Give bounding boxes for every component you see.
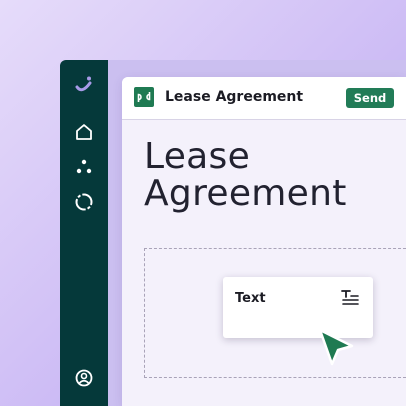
account-icon[interactable] [72,366,96,390]
document-title-line-1: Lease [144,136,251,177]
document-title-line-2: Agreement [144,173,347,214]
home-icon[interactable] [72,120,96,144]
nodes-icon[interactable] [72,155,96,179]
text-field-icon [341,290,359,305]
cursor-arrow-icon [318,328,354,366]
document-header: Lease Agreement Send [122,77,406,120]
loop-icon[interactable] [72,190,96,214]
send-button[interactable]: Send [346,88,394,108]
sidebar [60,60,108,406]
document-title: Lease Agreement [144,138,394,212]
text-field-label: Text [235,291,266,306]
document-header-title: Lease Agreement [165,89,304,105]
document-canvas: Lease Agreement Send Lease Agreement [122,77,406,406]
brand-smile-icon [75,76,92,92]
pandadoc-logo-icon [134,87,154,107]
